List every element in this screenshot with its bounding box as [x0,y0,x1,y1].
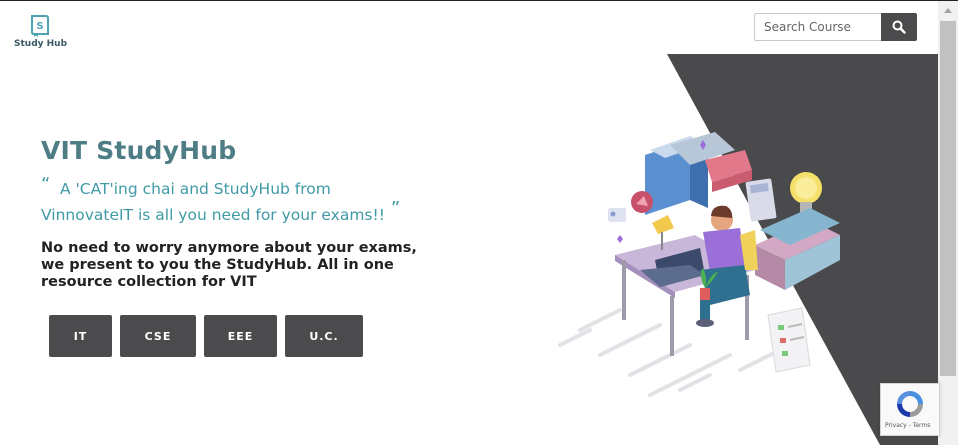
floor-dashes [558,308,792,397]
book-logo-icon: S [31,15,49,37]
quote-line-1: A 'CAT'ing chai and StudyHub from [60,180,331,198]
course-button-cse[interactable]: CSE [120,315,196,357]
recaptcha-privacy-terms[interactable]: Privacy - Terms [885,422,930,429]
hero-quote: “ A 'CAT'ing chai and StudyHub from Vinn… [41,174,431,228]
id-card-icon [608,208,626,222]
search-button[interactable] [881,13,917,41]
quote-line-2: VinnovateIT is all you need for your exa… [41,206,385,224]
chat-bubble-icon [631,191,653,213]
lightbulb-icon [790,172,822,214]
hero-description: No need to worry anymore about your exam… [41,240,417,290]
vertical-scrollbar[interactable] [938,1,958,445]
logo-text: Study Hub [14,39,68,49]
course-button-eee[interactable]: EEE [204,315,277,357]
recaptcha-icon [897,391,923,417]
svg-text:S: S [36,21,43,32]
course-button-it[interactable]: IT [49,315,112,357]
quote-open-mark: “ [41,174,51,195]
scroll-thumb[interactable] [940,21,956,376]
books-right-icon [755,208,840,290]
student-study-illustration [558,132,840,397]
checklist-icon [767,307,811,373]
calculator-icon [745,178,777,222]
recaptcha-badge[interactable]: Privacy - Terms [880,383,940,436]
search-input[interactable] [754,13,881,41]
course-buttons: IT CSE EEE U.C. [49,315,371,357]
quote-close-mark: ” [390,198,401,219]
page-title: VIT StudyHub [41,136,237,165]
scroll-up-arrow-icon[interactable] [944,8,952,13]
search-bar [754,13,917,41]
site-logo[interactable]: S Study Hub [14,14,68,49]
book-stack-icon [645,132,752,215]
course-button-uc[interactable]: U.C. [285,315,363,357]
search-icon [892,20,906,34]
